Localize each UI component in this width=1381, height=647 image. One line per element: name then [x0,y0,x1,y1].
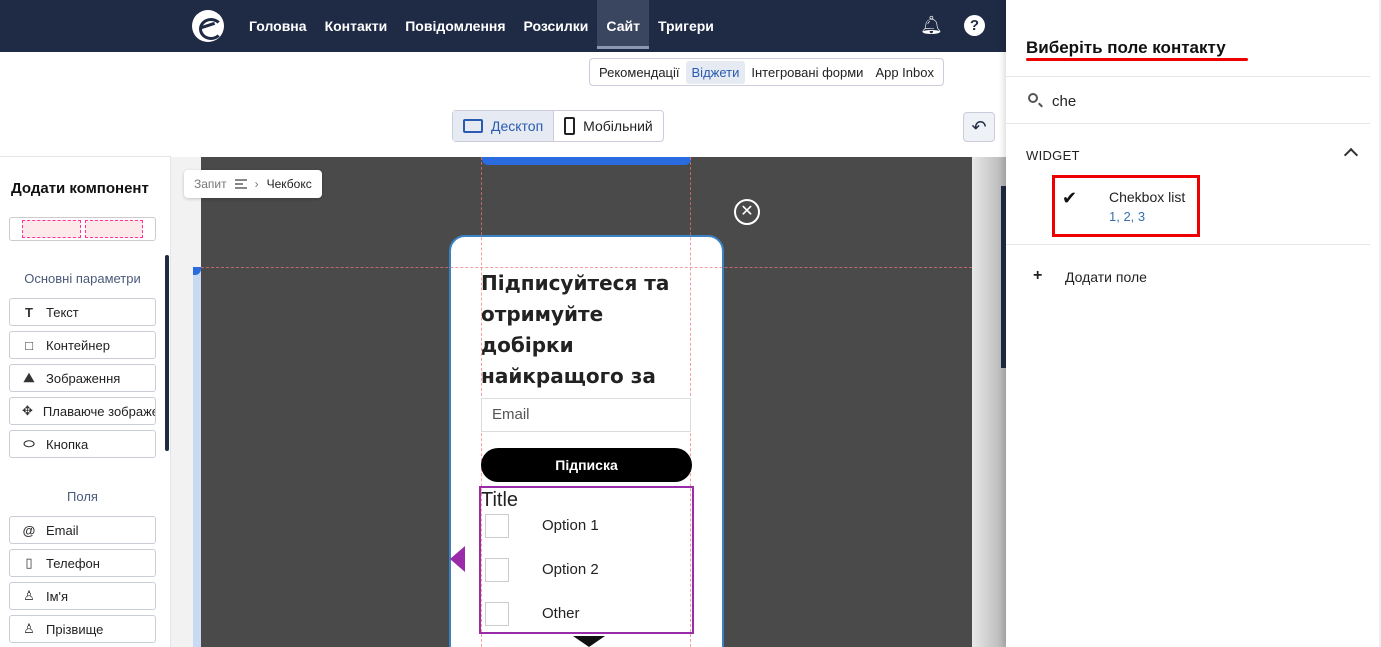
nav-item-site[interactable]: Сайт [597,0,649,49]
panel-title: Додати компонент [11,180,149,197]
field-label: Ім'я [46,588,69,604]
select-contact-field-panel: Виберіть поле контакту WIDGET ✔ Chekbox … [1006,0,1381,647]
selection-top-handle[interactable] [482,157,691,165]
checkbox-label: Option 1 [542,517,599,534]
field-first-name[interactable]: ♙ Ім'я [9,582,156,610]
divider [1006,76,1370,77]
container-icon: □ [25,337,33,353]
checkbox-label: Other [542,605,580,622]
component-label: Текст [46,304,79,320]
tab-widgets[interactable]: Віджети [685,60,746,84]
help-icon[interactable]: ? [964,15,985,36]
bell-icon[interactable]: 🔔︎ [920,14,943,36]
component-label: Контейнер [46,337,110,353]
resize-handle-bottom[interactable] [573,636,605,647]
group-label[interactable]: WIDGET [1026,148,1080,163]
phone-icon: ▯ [25,555,33,570]
divider [1006,244,1370,245]
field-label: Прізвище [46,621,104,637]
mobile-button[interactable]: Мобільний [554,111,663,141]
floating-image-icon: ✥ [22,403,33,418]
close-icon[interactable]: ✕ [734,199,760,225]
field-phone[interactable]: ▯ Телефон [9,549,156,577]
component-image[interactable]: ⛰ Зображення [9,364,156,392]
subscribe-button[interactable]: Підписка [481,448,692,482]
add-field-button[interactable]: Додати поле [1065,269,1147,285]
breadcrumb-parent[interactable]: Запит [194,177,227,191]
mobile-icon [564,117,576,135]
field-last-name[interactable]: ♙ Прізвище [9,615,156,643]
email-field[interactable]: Email [481,398,691,432]
checkbox[interactable] [485,602,509,626]
at-icon: @ [22,522,36,538]
nav-item-contacts[interactable]: Контакти [316,0,397,52]
person-icon: ♙ [23,588,35,603]
site-subtabs: Рекомендації Віджети Інтегровані форми A… [589,58,944,86]
mobile-label: Мобільний [583,118,653,134]
component-label: Кнопка [46,436,89,452]
divider [1006,123,1370,124]
person-icon: ♙ [23,621,35,636]
nav-item-campaigns[interactable]: Розсилки [515,0,598,52]
section-fields: Поля [67,489,98,504]
text-icon: T [25,304,33,320]
section-main-params: Основні параметри [24,271,141,286]
desktop-icon [463,119,483,133]
check-icon: ✔ [1062,188,1078,208]
field-email[interactable]: @ Email [9,516,156,544]
layout-component[interactable] [9,217,156,241]
logo-icon[interactable] [192,10,224,42]
checkbox[interactable] [485,558,509,582]
panel-scrollbar[interactable] [165,255,169,451]
add-component-panel: Додати компонент Основні параметри T Тек… [0,156,171,647]
field-label: Email [46,522,79,538]
breadcrumb: Запит › Чекбокс [184,170,322,198]
nav-item-home[interactable]: Головна [240,0,316,52]
panel-title: Виберіть поле контакту [1026,38,1226,57]
resize-handle-left[interactable] [450,546,465,572]
field-option-values: 1, 2, 3 [1109,209,1146,224]
nav-item-messages[interactable]: Повідомлення [396,0,514,52]
checkbox-option[interactable]: Other [485,602,685,626]
desktop-button[interactable]: Десктоп [453,111,555,141]
checkbox[interactable] [485,514,509,538]
component-label: Зображення [46,370,121,386]
tab-recommendations[interactable]: Рекомендації [593,61,686,84]
image-icon: ⛰ [23,370,35,385]
component-label: Плаваюче зображення [42,403,155,419]
chevron-up-icon[interactable] [1343,147,1359,163]
component-text[interactable]: T Текст [9,298,156,326]
field-label: Телефон [46,555,100,571]
search-icon [1028,93,1038,103]
checkbox-label: Option 2 [542,561,599,578]
component-button[interactable]: ⬭ Кнопка [9,430,156,458]
selection-strip [193,267,201,647]
component-floating-image[interactable]: ✥ Плаваюче зображення [9,397,156,425]
undo-button[interactable]: ↶ [963,112,995,142]
nav-item-triggers[interactable]: Тригери [649,0,723,52]
form-icon [234,179,247,189]
checkbox-title: Title [481,489,519,511]
chevron-right-icon: › [254,177,259,191]
tab-integrated-forms[interactable]: Інтегровані форми [745,61,869,84]
breadcrumb-current: Чекбокс [266,177,312,191]
button-icon: ⬭ [23,436,35,451]
checkbox-option[interactable]: Option 1 [485,514,685,538]
title-underline [1026,58,1248,61]
component-container[interactable]: □ Контейнер [9,331,156,359]
plus-icon[interactable]: + [1033,267,1042,285]
tab-app-inbox[interactable]: App Inbox [869,61,940,84]
search-input[interactable] [1052,90,1352,112]
main-nav: Головна Контакти Повідомлення Розсилки С… [240,0,723,52]
top-navbar: Головна Контакти Повідомлення Розсилки С… [0,0,1006,52]
device-toggle: Десктоп Мобільний [452,110,664,142]
checkbox-option[interactable]: Option 2 [485,558,685,582]
desktop-label: Десктоп [491,118,544,134]
field-option-name[interactable]: Chekbox list [1109,189,1185,205]
